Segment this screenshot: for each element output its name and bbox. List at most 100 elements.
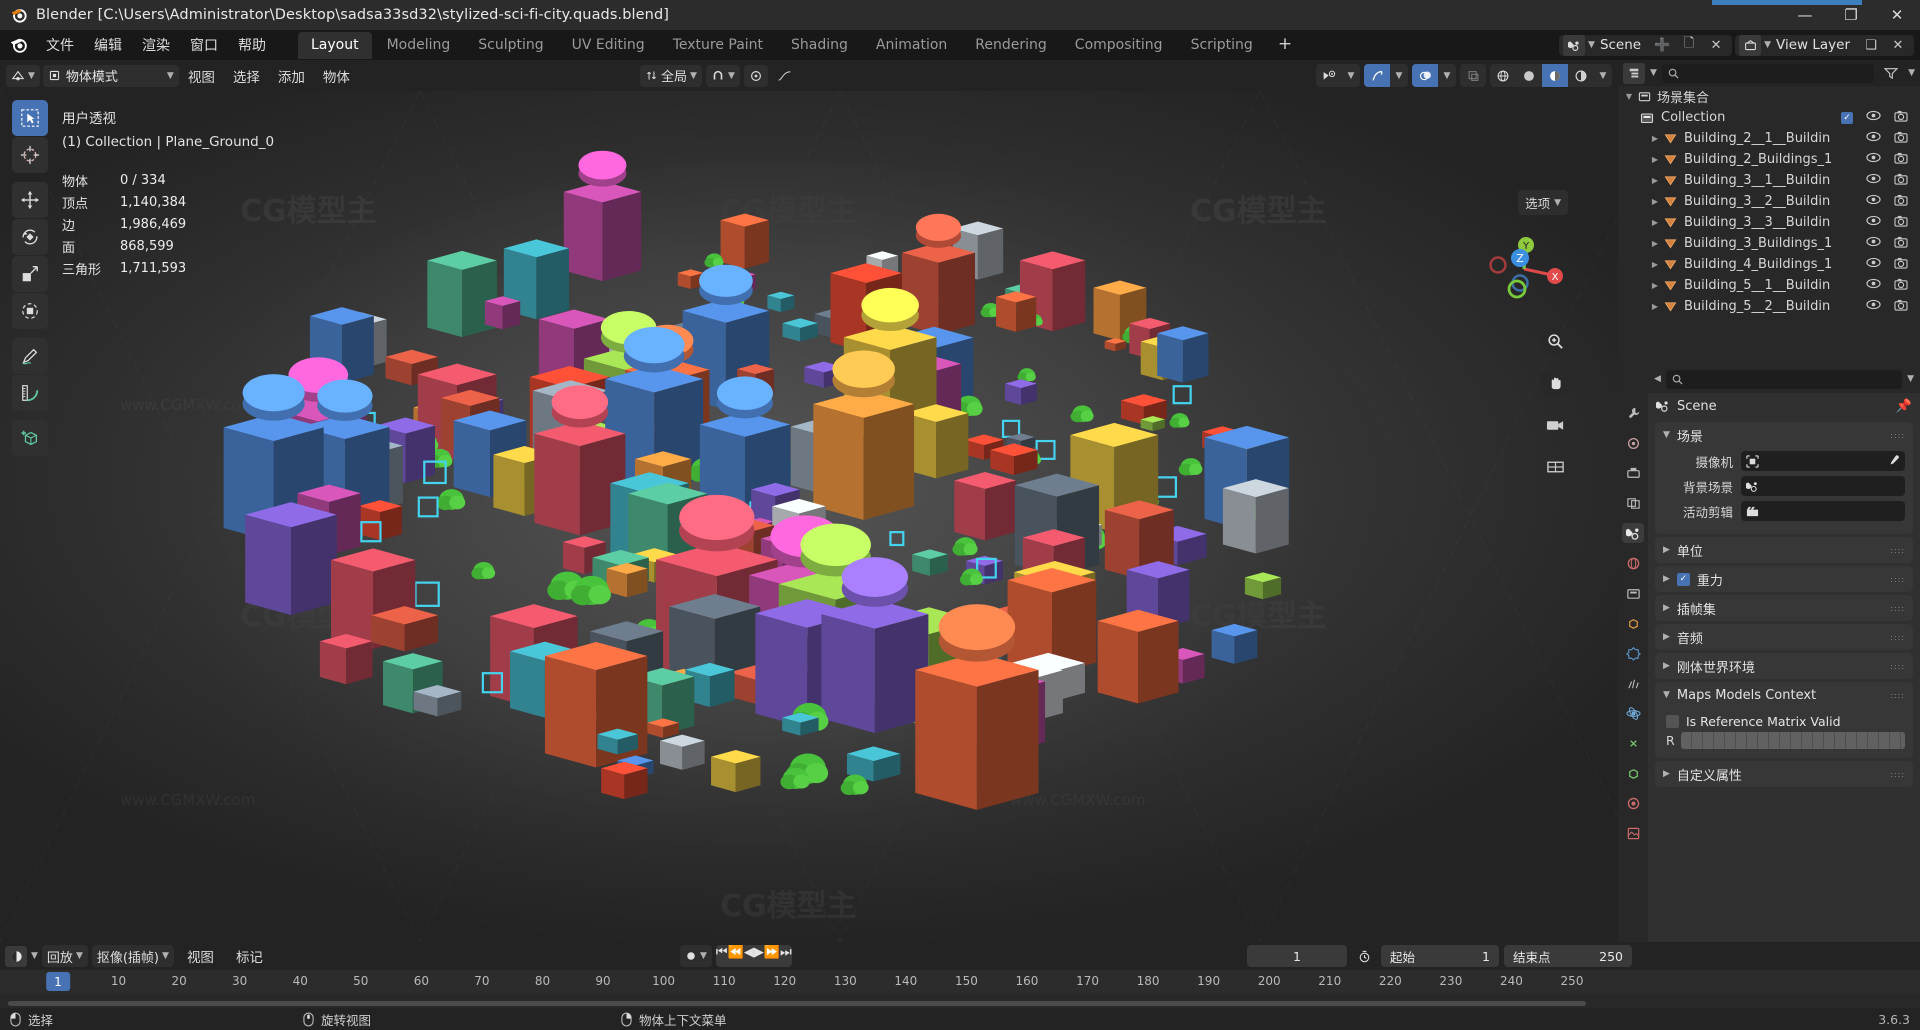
minimize-button[interactable]: — bbox=[1782, 0, 1828, 30]
timeline-view-menu[interactable]: 视图 bbox=[178, 944, 223, 968]
properties-chevron-icon[interactable]: ◀ bbox=[1654, 374, 1661, 384]
object-render-camera-icon[interactable] bbox=[1894, 131, 1908, 147]
outliner-object-row[interactable]: ▶ Building_2__1__Buildin bbox=[1618, 128, 1920, 149]
object-toggles[interactable] bbox=[1866, 299, 1920, 315]
jump-to-start-button[interactable]: ⏮ bbox=[716, 945, 728, 967]
tool-scale[interactable] bbox=[12, 256, 48, 292]
close-button[interactable]: ✕ bbox=[1874, 0, 1920, 30]
viewport-options-button[interactable]: 选项 ▼ bbox=[1518, 190, 1568, 215]
eyedropper-icon[interactable] bbox=[1888, 455, 1900, 467]
toggle-camera-view-button[interactable] bbox=[1540, 410, 1570, 440]
object-disclosure-icon[interactable]: ▶ bbox=[1648, 281, 1662, 290]
scene-collection-disclosure-icon[interactable]: ▼ bbox=[1622, 92, 1636, 101]
delete-view-layer-icon[interactable]: ✕ bbox=[1886, 34, 1910, 56]
object-visibility-eye-icon[interactable] bbox=[1866, 299, 1881, 314]
blender-menu-icon[interactable] bbox=[8, 34, 30, 56]
overlays-toggle-icon[interactable] bbox=[1412, 64, 1438, 87]
overlay-segment[interactable]: ▼ bbox=[1412, 64, 1456, 87]
play-button[interactable]: ▶ bbox=[754, 945, 764, 967]
collection-toggles[interactable]: ✓ bbox=[1841, 110, 1920, 126]
tool-transform[interactable] bbox=[12, 293, 48, 329]
timeline-keying-menu[interactable]: 抠像(插帧) ▼ bbox=[91, 945, 174, 967]
tab-uv-editing[interactable]: UV Editing bbox=[559, 32, 658, 59]
tab-animation[interactable]: Animation bbox=[863, 32, 960, 59]
panel-custom-properties-disclosure-icon[interactable]: ▶ bbox=[1663, 769, 1670, 779]
menu-render[interactable]: 渲染 bbox=[132, 32, 180, 58]
tab-scripting[interactable]: Scripting bbox=[1178, 32, 1266, 59]
object-render-camera-icon[interactable] bbox=[1894, 173, 1908, 189]
is-reference-matrix-valid-row[interactable]: Is Reference Matrix Valid bbox=[1663, 710, 1905, 732]
object-disclosure-icon[interactable]: ▶ bbox=[1648, 302, 1662, 311]
property-tab-tool[interactable] bbox=[1622, 403, 1644, 423]
property-tab-object[interactable] bbox=[1622, 613, 1644, 633]
city-scene-model[interactable] bbox=[0, 91, 1618, 942]
next-keyframe-button[interactable]: ⏩ bbox=[764, 945, 780, 967]
object-disclosure-icon[interactable]: ▶ bbox=[1648, 155, 1662, 164]
property-tab-view-layer[interactable] bbox=[1622, 493, 1644, 513]
tool-rotate[interactable] bbox=[12, 219, 48, 255]
property-tab-scene[interactable] bbox=[1622, 523, 1644, 543]
object-visibility-eye-icon[interactable] bbox=[1866, 278, 1881, 293]
collection-render-camera-icon[interactable] bbox=[1894, 110, 1908, 126]
view-layer-chevron-down-icon[interactable]: ▼ bbox=[1764, 40, 1771, 50]
tool-move[interactable] bbox=[12, 182, 48, 218]
scene-selector[interactable]: ▼ Scene ➕ 🗋 ✕ bbox=[1559, 34, 1733, 56]
panel-keying-sets-header[interactable]: ▶ 插帧集 :::: bbox=[1655, 595, 1913, 621]
gizmo-segment[interactable]: ▼ bbox=[1364, 64, 1408, 87]
frame-start-field[interactable]: 起始 1 bbox=[1381, 945, 1499, 967]
pin-icon[interactable]: 📌 bbox=[1896, 399, 1912, 414]
is-reference-matrix-valid-checkbox[interactable] bbox=[1666, 714, 1679, 728]
timeline-ruler[interactable]: 1 10 20 30 40 50 60 70 80 90 100 110 120 130 140 150 160… bbox=[0, 970, 1920, 994]
object-disclosure-icon[interactable]: ▶ bbox=[1648, 260, 1662, 269]
copy-scene-icon[interactable]: 🗋 bbox=[1677, 34, 1701, 56]
collection-visibility-eye-icon[interactable] bbox=[1866, 110, 1881, 125]
outliner-editor-type-icon[interactable] bbox=[1623, 62, 1645, 84]
field-background-scene-input[interactable] bbox=[1741, 476, 1905, 496]
timeline-editor-type-icon[interactable] bbox=[5, 945, 27, 967]
visibility-chevron-down-icon[interactable]: ▼ bbox=[1342, 64, 1360, 87]
reference-matrix-field[interactable] bbox=[1680, 732, 1905, 749]
property-tab-data[interactable] bbox=[1622, 763, 1644, 783]
shading-wireframe-icon[interactable] bbox=[1490, 64, 1516, 87]
outliner-object-row[interactable]: ▶ Building_3__3__Buildin bbox=[1618, 212, 1920, 233]
window-controls[interactable]: — ❐ ✕ bbox=[1782, 0, 1920, 30]
gizmo-chevron-down-icon[interactable]: ▼ bbox=[1390, 64, 1408, 87]
object-render-camera-icon[interactable] bbox=[1894, 152, 1908, 168]
menu-edit[interactable]: 编辑 bbox=[84, 32, 132, 58]
object-toggles[interactable] bbox=[1866, 173, 1920, 189]
tool-select-box[interactable] bbox=[12, 100, 48, 136]
current-frame-field[interactable]: 1 bbox=[1247, 945, 1347, 967]
property-tab-particles[interactable] bbox=[1622, 673, 1644, 693]
delete-scene-icon[interactable]: ✕ bbox=[1704, 34, 1728, 56]
outliner-display-chevron-down-icon[interactable]: ▼ bbox=[1650, 68, 1657, 78]
outliner-object-row[interactable]: ▶ Building_3__1__Buildin bbox=[1618, 170, 1920, 191]
proportional-falloff-button[interactable] bbox=[772, 65, 797, 87]
object-visibility-eye-icon[interactable] bbox=[1866, 215, 1881, 230]
play-reverse-button[interactable]: ◀ bbox=[744, 945, 754, 967]
object-visibility-eye-icon[interactable] bbox=[1866, 173, 1881, 188]
tool-cursor[interactable] bbox=[12, 137, 48, 173]
outliner-filter-icon[interactable] bbox=[1879, 62, 1903, 84]
panel-audio-disclosure-icon[interactable]: ▶ bbox=[1663, 632, 1670, 642]
add-workspace-button[interactable]: + bbox=[1268, 32, 1302, 59]
object-render-camera-icon[interactable] bbox=[1894, 278, 1908, 294]
outliner-object-row[interactable]: ▶ Building_3__2__Buildin bbox=[1618, 191, 1920, 212]
panel-maps-models-context-header[interactable]: ▼ Maps Models Context :::: bbox=[1655, 682, 1913, 708]
menu-file[interactable]: 文件 bbox=[36, 32, 84, 58]
shading-material-preview-icon[interactable] bbox=[1542, 64, 1568, 87]
property-tab-output[interactable] bbox=[1622, 463, 1644, 483]
viewport-menu-object[interactable]: 物体 bbox=[314, 64, 359, 88]
object-render-camera-icon[interactable] bbox=[1894, 299, 1908, 315]
snap-magnet-button[interactable]: ▼ bbox=[705, 64, 740, 87]
tab-texture-paint[interactable]: Texture Paint bbox=[660, 32, 776, 59]
properties-options-chevron-down-icon[interactable]: ▼ bbox=[1907, 374, 1914, 384]
outliner-search-input[interactable] bbox=[1661, 63, 1875, 83]
new-scene-icon[interactable]: ➕ bbox=[1650, 34, 1674, 56]
timeline-playback-menu[interactable]: 回放 ▼ bbox=[41, 945, 88, 967]
tab-sculpting[interactable]: Sculpting bbox=[465, 32, 556, 59]
timeline-editor-chevron-down-icon[interactable]: ▼ bbox=[31, 951, 38, 961]
navigation-gizmo[interactable]: Y Z X bbox=[1482, 227, 1566, 311]
menu-help[interactable]: 帮助 bbox=[228, 32, 276, 58]
object-visibility-eye-icon[interactable] bbox=[1866, 236, 1881, 251]
timeline-playhead[interactable]: 1 bbox=[46, 972, 70, 991]
